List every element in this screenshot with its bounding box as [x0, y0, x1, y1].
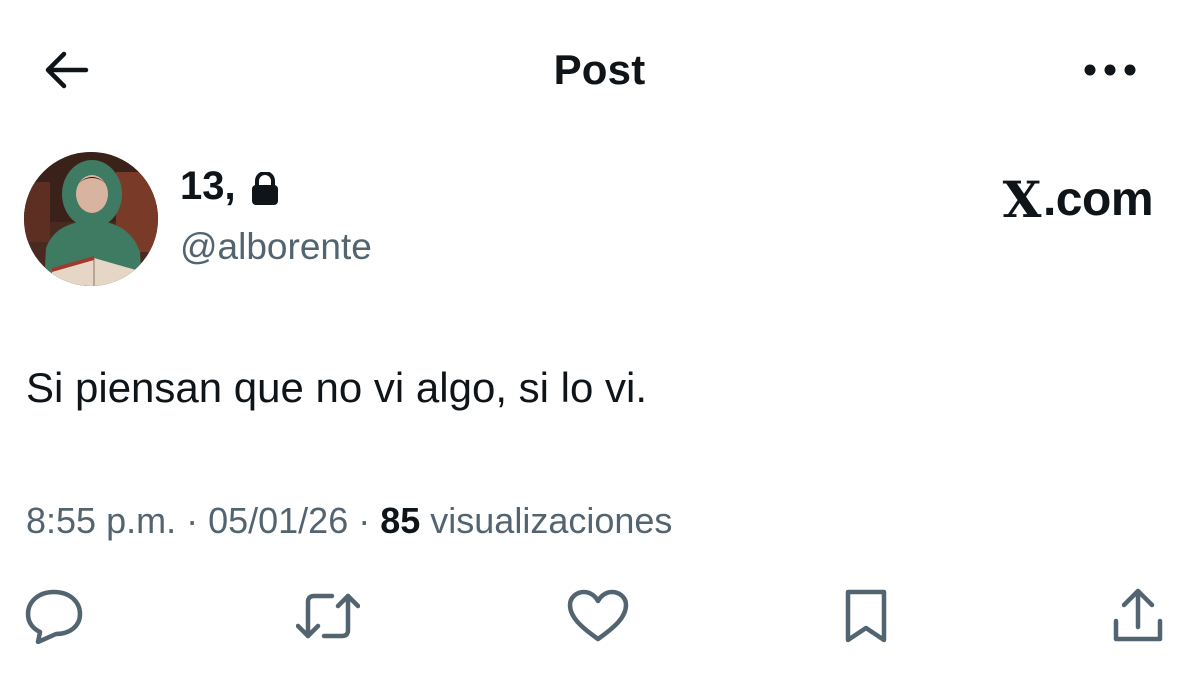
more-options-button[interactable]	[1080, 50, 1140, 94]
bookmark-icon	[842, 588, 890, 649]
reply-button[interactable]	[22, 588, 86, 648]
avatar[interactable]	[24, 152, 158, 286]
heart-icon	[567, 589, 629, 648]
brand-watermark: X .com	[1002, 170, 1154, 229]
post-text: Si piensan que no vi algo, si lo vi.	[26, 364, 648, 411]
display-name[interactable]: 13,	[180, 164, 236, 209]
repost-button[interactable]	[295, 588, 361, 648]
display-name-row[interactable]: 13,	[180, 164, 280, 209]
more-horizontal-icon	[1084, 63, 1136, 82]
user-handle[interactable]: @alborente	[180, 226, 372, 268]
repost-icon	[295, 590, 361, 647]
bookmark-button[interactable]	[834, 588, 898, 648]
brand-text: .com	[1042, 173, 1154, 226]
share-icon	[1111, 587, 1165, 650]
post-time[interactable]: 8:55 p.m.	[26, 500, 176, 542]
meta-separator: ·	[186, 500, 199, 541]
lock-icon	[250, 171, 280, 206]
action-bar	[0, 588, 1199, 648]
post-meta: 8:55 p.m. · 05/01/26 · 85 visualizacione…	[26, 500, 672, 542]
views-count[interactable]: 85	[380, 500, 420, 542]
reply-icon	[24, 588, 84, 649]
views-label[interactable]: visualizaciones	[430, 500, 672, 542]
post-screen: Post 13, @alborente X .com Si piensan qu…	[0, 0, 1199, 675]
like-button[interactable]	[566, 588, 630, 648]
meta-separator: ·	[358, 500, 371, 541]
x-logo-icon: X	[1002, 170, 1042, 229]
page-title: Post	[553, 46, 646, 93]
share-button[interactable]	[1106, 588, 1170, 648]
post-date[interactable]: 05/01/26	[208, 500, 348, 542]
